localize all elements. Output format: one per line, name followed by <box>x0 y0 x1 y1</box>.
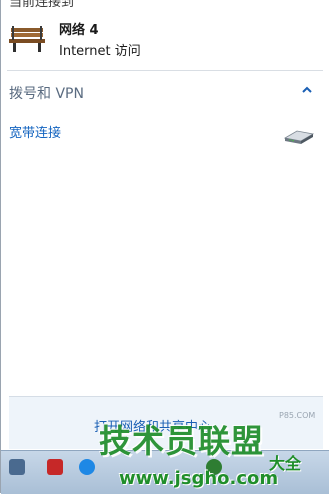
section-title: 拨号和 VPN <box>9 86 84 102</box>
network-access-status: Internet 访问 <box>59 44 141 59</box>
taskbar-app-icon[interactable] <box>47 459 63 475</box>
broadband-connection-item[interactable]: 宽带连接 <box>1 114 329 148</box>
chevron-up-icon[interactable] <box>302 86 312 94</box>
network-flyout-panel: 当前连接到 网络 4 Internet 访问 拨号和 VPN 宽带连接 打开网络… <box>0 0 329 494</box>
currently-connected-heading: 当前连接到 <box>9 0 75 10</box>
watermark-url: www.jsgho.com <box>119 468 279 489</box>
network-name: 网络 4 <box>59 23 99 38</box>
dialup-vpn-section-header[interactable]: 拨号和 VPN <box>1 76 329 106</box>
watermark-small-text: P85.COM <box>279 411 316 420</box>
modem-icon <box>283 130 315 144</box>
connection-name[interactable]: 宽带连接 <box>9 122 61 141</box>
watermark-logo-text: 技术员联盟 <box>99 422 265 460</box>
bench-icon <box>9 26 45 52</box>
network-item[interactable]: 网络 4 Internet 访问 <box>1 14 329 66</box>
taskbar-app-icon[interactable] <box>79 459 95 475</box>
taskbar-app-icon[interactable] <box>9 459 25 475</box>
section-divider <box>7 70 323 71</box>
